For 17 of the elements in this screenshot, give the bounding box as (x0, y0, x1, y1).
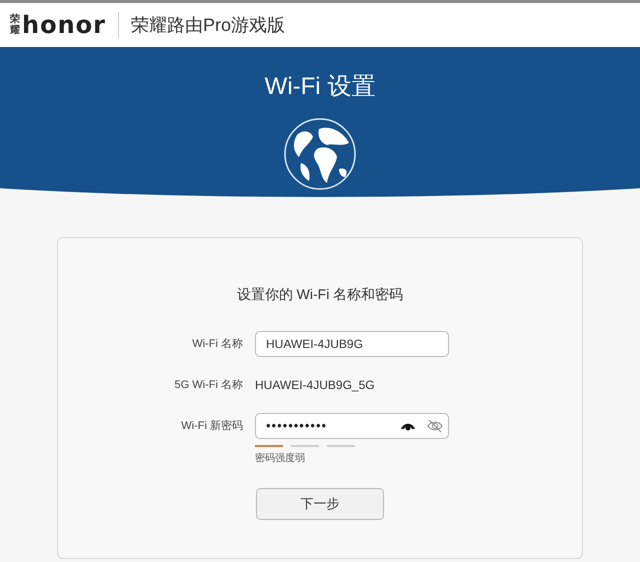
globe-icon (283, 117, 357, 191)
next-button[interactable]: 下一步 (256, 488, 384, 520)
logo-small-text: 荣耀 (10, 14, 20, 36)
eye-slash-icon[interactable] (426, 418, 444, 434)
field-label: 5G Wi-Fi 名称 (174, 378, 244, 393)
app-title: 荣耀路由Pro游戏版 (130, 14, 285, 36)
password-value: ••••••••••• (266, 417, 328, 436)
banner-title: Wi-Fi 设置 (264, 72, 376, 102)
eye-icon[interactable] (400, 421, 416, 431)
strength-label: 密码强度弱 (255, 452, 306, 466)
form-heading: 设置你的 Wi-Fi 名称和密码 (236, 285, 404, 304)
field-label: Wi-Fi 新密码 (180, 418, 244, 434)
wifi-5g-name: HUAWEI-4JUB9G_5G (255, 377, 375, 394)
logo: honor (22, 10, 106, 41)
password-field[interactable]: ••••••••••• (255, 413, 449, 439)
wifi-name-field[interactable]: HUAWEI-4JUB9G (255, 331, 449, 357)
field-label: Wi-Fi 名称 (191, 336, 244, 352)
